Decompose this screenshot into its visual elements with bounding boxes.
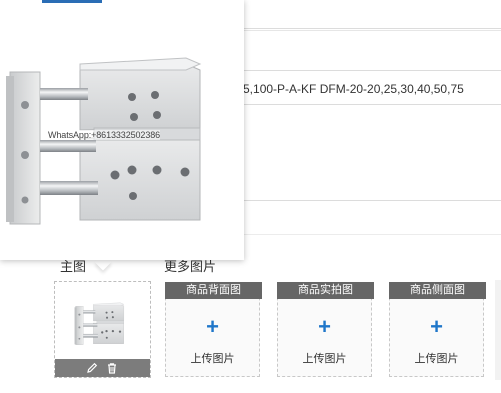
upload-slot-side[interactable]: 商品侧面图 + 上传图片 (389, 282, 486, 377)
scroll-edge (495, 280, 501, 380)
image-preview-popup: WhatsApp:+8613332502386 (0, 0, 244, 260)
plus-icon: + (206, 314, 219, 339)
slot-header: 商品侧面图 (389, 282, 486, 299)
upload-slot-back[interactable]: 商品背面图 + 上传图片 (165, 282, 262, 377)
trash-icon[interactable] (105, 361, 119, 375)
upload-slot-real[interactable]: 商品实拍图 + 上传图片 (277, 282, 374, 377)
upload-label: 上传图片 (302, 353, 347, 365)
product-title-text: ,75,100-P-A-KF DFM-20-20,25,30,40,50,75 (233, 82, 464, 96)
upload-label: 上传图片 (190, 353, 235, 365)
form-row-divider (230, 70, 501, 71)
plus-icon: + (430, 314, 443, 339)
slot-header: 商品实拍图 (277, 282, 374, 299)
form-row-divider (244, 200, 501, 201)
product-title-field[interactable]: ,75,100-P-A-KF DFM-20-20,25,30,40,50,75 (230, 78, 501, 100)
main-image-thumbnail (74, 302, 124, 345)
slot-header: 商品背面图 (165, 282, 262, 299)
main-image-slot[interactable] (54, 281, 151, 378)
form-row-divider (230, 28, 501, 29)
upload-label: 上传图片 (414, 353, 459, 365)
plus-icon: + (318, 314, 331, 339)
pencil-icon[interactable] (85, 361, 99, 375)
image-toolbar (55, 359, 150, 377)
form-row-divider (230, 104, 501, 105)
watermark-text: WhatsApp:+8613332502386 (48, 130, 161, 140)
